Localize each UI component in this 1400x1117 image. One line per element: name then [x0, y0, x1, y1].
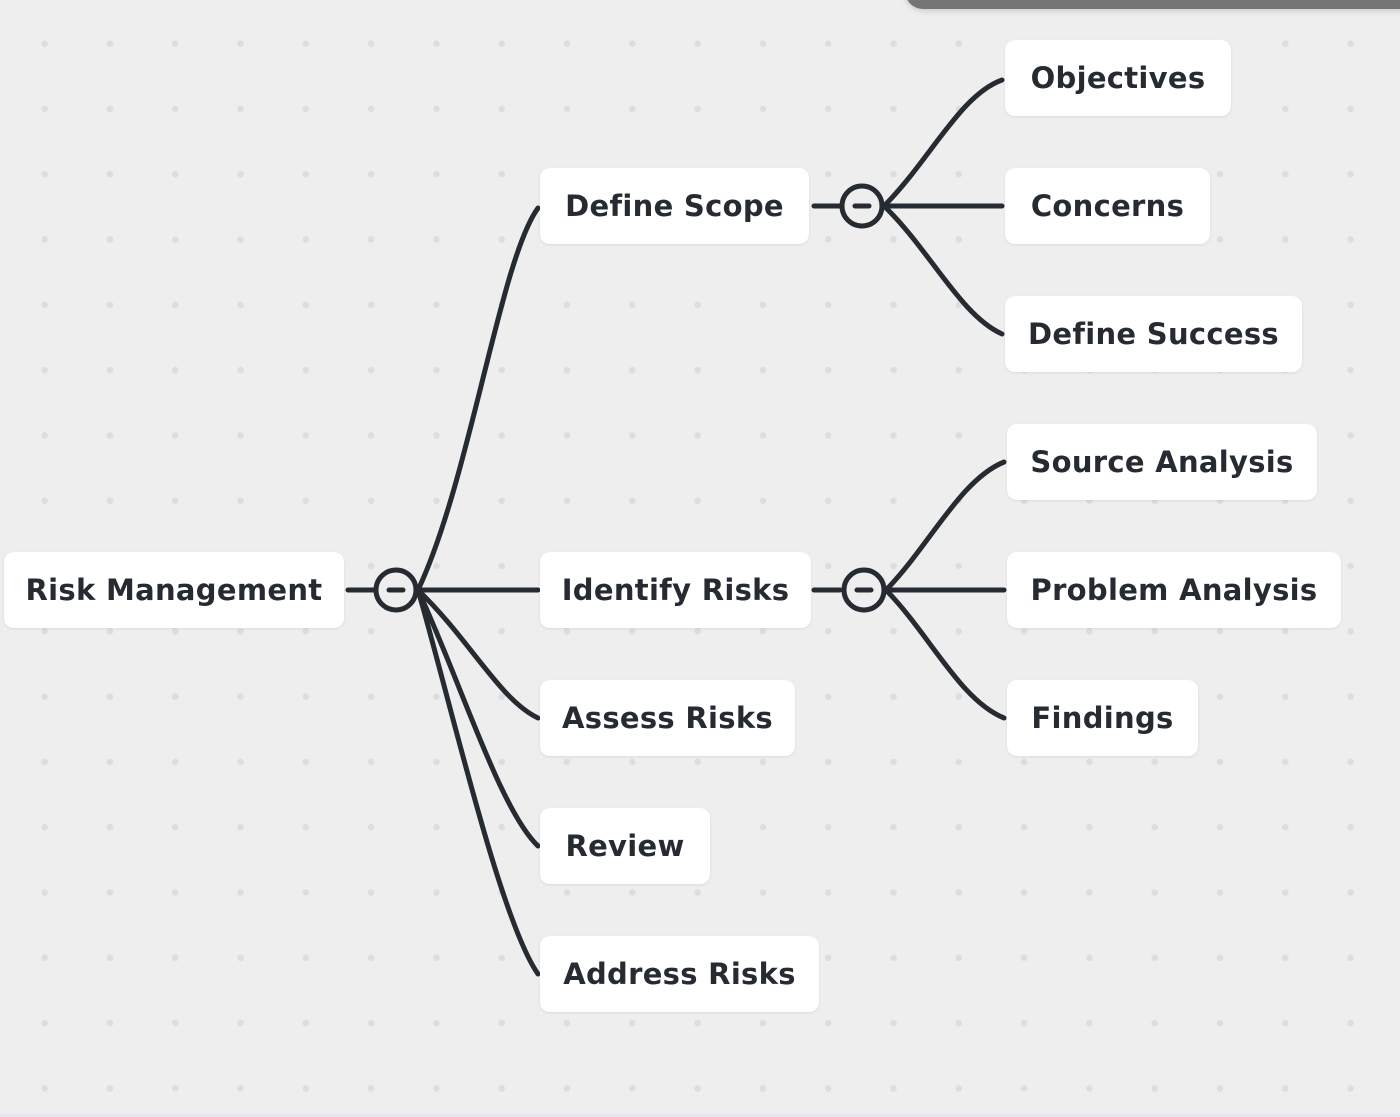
node-label: Problem Analysis	[1030, 573, 1318, 607]
node-define-success[interactable]: Define Success	[1005, 296, 1302, 372]
node-label: Risk Management	[25, 573, 323, 607]
node-problem-analysis[interactable]: Problem Analysis	[1007, 552, 1341, 628]
node-findings[interactable]: Findings	[1007, 680, 1198, 756]
connector-define-scope	[415, 205, 541, 593]
connector-define-success	[881, 203, 1005, 337]
node-label: Objectives	[1030, 61, 1206, 95]
node-source-analysis[interactable]: Source Analysis	[1007, 424, 1317, 500]
node-label: Define Scope	[565, 189, 784, 223]
collapse-toggle-define-scope[interactable]	[839, 183, 885, 229]
node-risk-management[interactable]: Risk Management	[4, 552, 344, 628]
node-objectives[interactable]: Objectives	[1005, 40, 1231, 116]
node-label: Identify Risks	[561, 573, 790, 607]
node-define-scope[interactable]: Define Scope	[540, 168, 809, 244]
node-review[interactable]: Review	[540, 808, 710, 884]
node-identify-risks[interactable]: Identify Risks	[540, 552, 811, 628]
node-label: Address Risks	[563, 957, 796, 991]
collapse-toggle-identify-risks[interactable]	[841, 567, 887, 613]
node-assess-risks[interactable]: Assess Risks	[540, 680, 795, 756]
node-label: Define Success	[1027, 317, 1279, 351]
node-label: Findings	[1031, 701, 1174, 735]
connector-findings	[883, 587, 1007, 721]
connector-source-analysis	[883, 459, 1007, 593]
node-label: Concerns	[1030, 189, 1185, 223]
collapse-toggle-root[interactable]	[373, 567, 419, 613]
node-label: Source Analysis	[1030, 445, 1294, 479]
node-label: Review	[565, 829, 685, 863]
node-label: Assess Risks	[562, 701, 773, 735]
connector-address-risks	[415, 587, 541, 977]
node-address-risks[interactable]: Address Risks	[540, 936, 819, 1012]
connector-objectives	[881, 77, 1005, 209]
node-concerns[interactable]: Concerns	[1005, 168, 1210, 244]
